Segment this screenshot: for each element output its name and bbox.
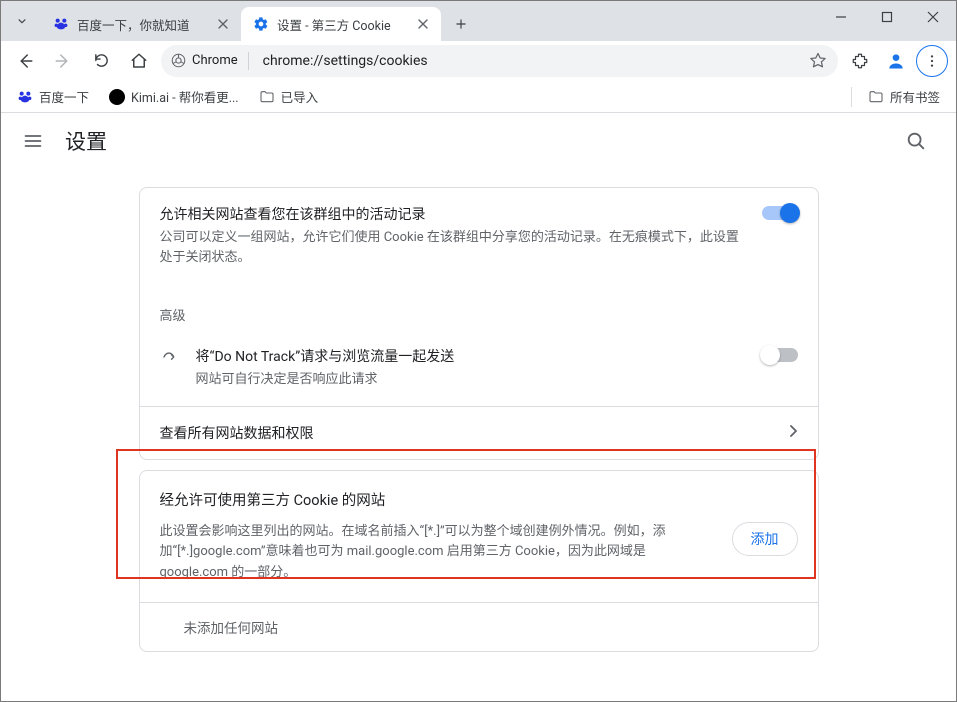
bookmarks-divider [851,87,852,107]
back-button[interactable] [9,45,41,77]
gear-icon [253,16,269,32]
forward-button[interactable] [47,45,79,77]
close-window-button[interactable] [910,1,956,33]
bookmark-label: Kimi.ai - 帮你看更... [131,87,239,106]
settings-scroll[interactable]: 允许相关网站查看您在该群组中的活动记录 公司可以定义一组网站，允许它们使用 Co… [1,169,956,701]
add-site-button[interactable]: 添加 [732,522,798,556]
row-do-not-track[interactable]: 将“Do Not Track”请求与浏览流量一起发送 网站可自行决定是否响应此请… [140,330,818,406]
new-tab-button[interactable] [447,10,475,38]
empty-sites-label: 未添加任何网站 [140,602,818,651]
toggle-do-not-track[interactable] [762,348,798,362]
profile-button[interactable] [880,45,912,77]
site-chip-label: Chrome [192,53,238,68]
maximize-button[interactable] [864,1,910,33]
tab-settings-cookies[interactable]: 设置 - 第三方 Cookie [241,7,441,41]
bookmarks-bar: 百度一下 Kimi.ai - 帮你看更... 已导入 所有书签 [1,81,956,113]
home-button[interactable] [123,45,155,77]
settings-body: 允许相关网站查看您在该群组中的活动记录 公司可以定义一组网站，允许它们使用 Co… [1,169,956,701]
bookmark-folder-imported[interactable]: 已导入 [251,83,327,110]
baidu-favicon-icon [53,16,69,32]
section-label-advanced: 高级 [140,283,818,330]
close-tab-button[interactable] [415,16,431,32]
section-head-allowed: 经允许可使用第三方 Cookie 的网站 [140,471,818,514]
settings-page-title: 设置 [65,126,107,156]
toggle-related-sites[interactable] [762,206,798,220]
extensions-button[interactable] [844,45,876,77]
row-see-all-site-data[interactable]: 查看所有网站数据和权限 [140,406,818,459]
menu-button[interactable] [916,45,948,77]
section-title: 经允许可使用第三方 Cookie 的网站 [160,489,798,510]
window-controls [818,1,956,41]
chevron-right-icon [790,425,798,437]
settings-search-button[interactable] [896,121,936,161]
settings-card-allowed-sites: 经允许可使用第三方 Cookie 的网站 此设置会影响这里列出的网站。在域名前插… [139,470,819,652]
kimi-favicon-icon [109,89,125,105]
browser-window: 百度一下，你就知道 设置 - 第三方 Cookie [0,0,957,702]
tab-strip: 百度一下，你就知道 设置 - 第三方 Cookie [1,1,956,41]
page: 设置 允许相关网站查看您在该群组中的活动记录 公司可以定义一组网站，允许它们使用… [1,113,956,701]
bookmark-label: 百度一下 [39,87,89,106]
baidu-favicon-icon [17,89,33,105]
bookmark-star-button[interactable] [804,47,832,75]
bookmark-kimi[interactable]: Kimi.ai - 帮你看更... [101,83,247,110]
settings-menu-button[interactable] [21,129,45,153]
url-input[interactable] [261,52,796,70]
bookmark-label: 已导入 [281,87,319,106]
bookmark-baidu[interactable]: 百度一下 [9,83,97,110]
forward-arrow-icon [160,348,180,366]
section-desc-allowed: 此设置会影响这里列出的网站。在域名前插入“[*.]”可以为整个域创建例外情况。例… [140,514,818,602]
settings-card: 允许相关网站查看您在该群组中的活动记录 公司可以定义一组网站，允许它们使用 Co… [139,187,819,460]
row-title: 查看所有网站数据和权限 [160,423,774,443]
folder-icon [868,89,884,105]
row-subtitle: 公司可以定义一组网站，允许它们使用 Cookie 在该群组中分享您的活动记录。在… [160,228,746,267]
row-subtitle: 网站可自行决定是否响应此请求 [196,370,746,390]
settings-header: 设置 [1,113,956,169]
section-description: 此设置会影响这里列出的网站。在域名前插入“[*.]”可以为整个域创建例外情况。例… [160,522,716,584]
row-title: 允许相关网站查看您在该群组中的活动记录 [160,204,746,224]
omnibox[interactable]: Chrome [161,45,838,77]
tab-baidu[interactable]: 百度一下，你就知道 [41,7,241,41]
bookmark-all-bookmarks[interactable]: 所有书签 [860,83,948,110]
chip-separator [248,52,249,70]
minimize-button[interactable] [818,1,864,33]
tab-title: 设置 - 第三方 Cookie [277,15,407,34]
close-tab-button[interactable] [215,16,231,32]
tab-search-button[interactable] [5,4,39,38]
site-info-chip[interactable]: Chrome [171,52,253,70]
reload-button[interactable] [85,45,117,77]
bookmark-label: 所有书签 [890,87,940,106]
tab-title: 百度一下，你就知道 [77,15,207,34]
row-allow-related-sites: 允许相关网站查看您在该群组中的活动记录 公司可以定义一组网站，允许它们使用 Co… [140,188,818,283]
toolbar: Chrome [1,41,956,81]
folder-icon [259,89,275,105]
row-title: 将“Do Not Track”请求与浏览流量一起发送 [196,346,746,366]
